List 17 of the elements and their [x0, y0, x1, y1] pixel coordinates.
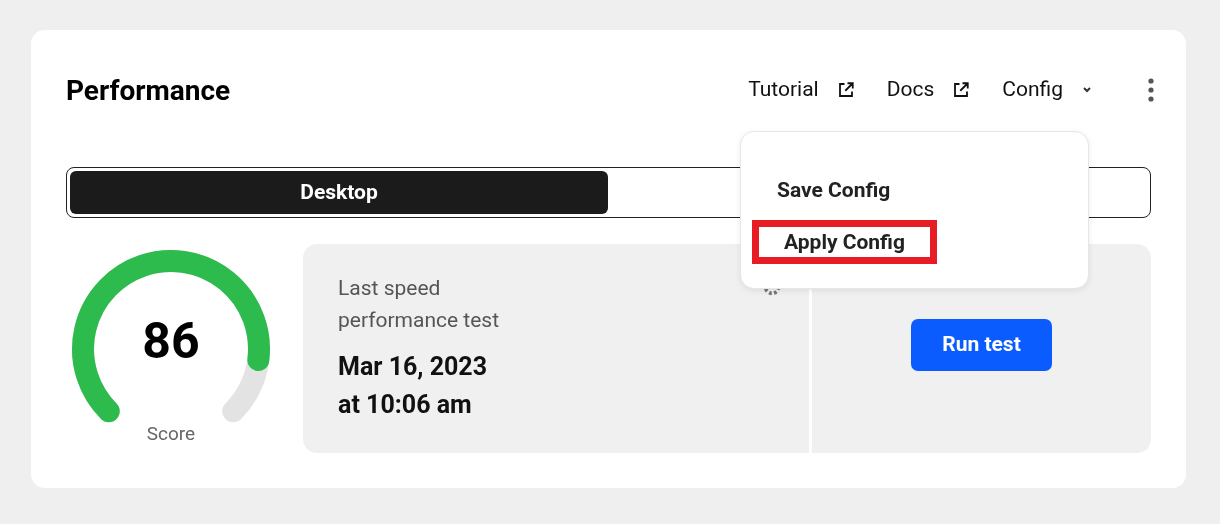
header-link[interactable]: Tutorial	[748, 74, 855, 106]
card-title: Performance	[66, 73, 231, 109]
last-test-time: at 10:06 am	[338, 389, 473, 421]
device-tab[interactable]: Desktop	[70, 171, 608, 214]
score-value: 86	[142, 316, 200, 366]
external-link-icon	[836, 81, 855, 99]
last-test-label: Last speed performance test	[338, 276, 500, 332]
menu-item[interactable]: Save Config	[752, 169, 916, 213]
external-link-icon	[952, 81, 971, 99]
config-dropdown[interactable]: Config	[1002, 74, 1093, 106]
chevron-icon	[1081, 86, 1093, 94]
header-link[interactable]: Docs	[886, 74, 971, 106]
last-test-date: Mar 16, 2023	[338, 351, 489, 383]
more-icon[interactable]	[1147, 78, 1155, 102]
menu-item[interactable]: Apply Config	[752, 220, 937, 264]
score-caption: Score	[146, 421, 196, 447]
run-test-button[interactable]: Run test	[911, 318, 1052, 371]
